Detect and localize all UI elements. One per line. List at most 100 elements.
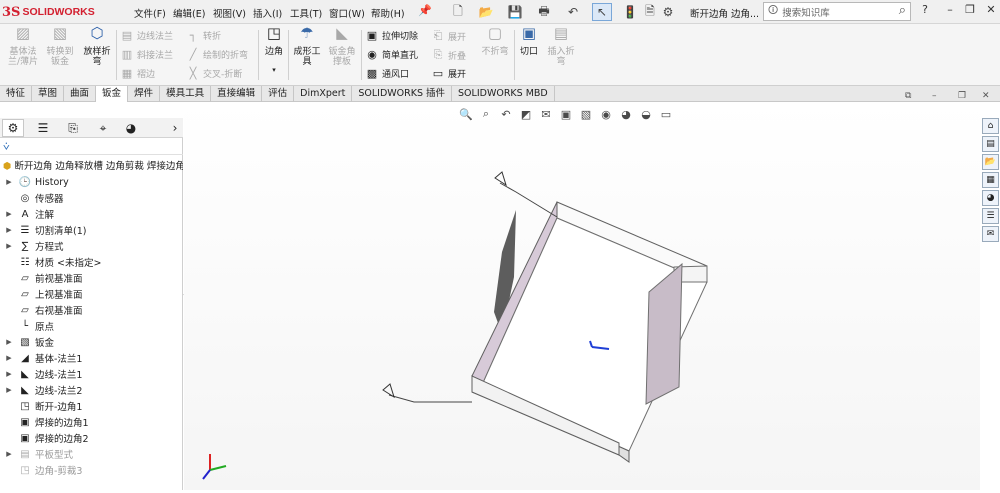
tree-item-origin[interactable]: └ 原点 [0,318,183,334]
view-palette-icon[interactable]: ▦ [982,172,999,188]
appearances-icon[interactable]: ◕ [982,190,999,206]
tab-sheet-metal[interactable]: 钣金 [96,86,129,102]
close-icon[interactable]: ✕ [984,3,998,16]
search-knowledge-base-input[interactable]: 🛈 搜索知识库 ⌕ [763,2,911,21]
tab-weldments[interactable]: 焊件 [128,86,161,102]
vent-button[interactable]: ▩ 通风口 [365,67,409,80]
tree-item-right-plane[interactable]: ▱ 右视基准面 [0,302,183,318]
unfold-button[interactable]: ⎗ 展开 [431,29,466,43]
edge-flange-button[interactable]: ▤ 边线法兰 [120,29,173,42]
menu-tools[interactable]: 工具(T) [290,6,322,20]
file-explorer-icon[interactable]: 📂 [982,154,999,170]
tree-filter[interactable] [0,139,183,155]
open-folder-icon[interactable]: 📂 [476,3,496,21]
search-icon[interactable]: ⌕ [899,3,906,18]
help-question-icon[interactable]: ? [918,3,932,16]
menu-view[interactable]: 视图(V) [213,6,246,20]
tree-item-break-corner1[interactable]: ◳ 断开-边角1 [0,398,183,414]
tab-dimxpert[interactable]: DimXpert [294,86,353,102]
tree-item-equations[interactable]: ▶ ∑ 方程式 [0,238,183,254]
jog-button[interactable]: ┐ 转折 [186,29,221,42]
graphics-window-toggle-icon[interactable]: ⧉ [905,91,911,101]
expand-icon[interactable]: ▶ [0,386,18,394]
convert-to-sheet-button[interactable]: ▧ 转换到钣金 [44,26,76,68]
tree-item-sheet-metal[interactable]: ▶ ▧ 钣金 [0,334,183,350]
display-manager-tab-icon[interactable]: ◕ [120,119,142,137]
expand-icon[interactable]: ▶ [0,210,18,218]
zoom-to-fit-icon[interactable]: 🔍 [459,107,473,121]
display-style-icon[interactable]: ▧ [579,107,593,121]
tab-surfaces[interactable]: 曲面 [64,86,97,102]
expand-icon[interactable]: ▶ [0,226,18,234]
flatten-button[interactable]: ▭ 展开 [431,67,466,80]
tab-sketch[interactable]: 草图 [32,86,65,102]
configuration-manager-tab-icon[interactable]: ⎘ [62,119,84,137]
menu-file[interactable]: 文件(F) [134,6,166,20]
base-flange-button[interactable]: ▨ 基体法兰/薄片 [6,26,40,68]
expand-icon[interactable]: ▶ [0,178,18,186]
tree-item-edge-flange2[interactable]: ▶ ◣ 边线-法兰2 [0,382,183,398]
insert-bends-button[interactable]: ▤ 插入折弯 [545,26,577,68]
tab-evaluate[interactable]: 评估 [262,86,295,102]
tree-item-sensors[interactable]: ◎ 传感器 [0,190,183,206]
select-pointer-icon[interactable]: ↖ [592,3,612,21]
undo-icon[interactable]: ↶ [563,3,583,21]
new-document-icon[interactable]: 🗋 [448,3,468,21]
tree-item-corner-trim3[interactable]: ◳ 边角-剪裁3 [0,462,183,478]
graphics-minimize-icon[interactable]: – [932,91,937,101]
tree-item-annotations[interactable]: ▶ A 注解 [0,206,183,222]
miter-flange-button[interactable]: ▥ 斜接法兰 [120,48,173,61]
corners-dropdown-icon[interactable]: ▾ [262,65,286,75]
filter-icon[interactable]: ⩒ [3,140,10,154]
save-icon[interactable]: 💾 [505,3,525,21]
extruded-cut-button[interactable]: ▣ 拉伸切除 [365,29,418,42]
simple-hole-button[interactable]: ◉ 简单直孔 [365,48,418,61]
dimxpert-manager-tab-icon[interactable]: ⌖ [92,119,114,137]
feature-manager-tab-icon[interactable]: ⚙ [2,119,24,137]
tree-item-base-flange1[interactable]: ▶ ◢ 基体-法兰1 [0,350,183,366]
panel-more-icon[interactable]: › [164,119,186,137]
tree-item-cut-list[interactable]: ▶ ☰ 切割清单(1) [0,222,183,238]
view-orientation-icon[interactable]: ▣ [559,107,573,121]
tree-item-history[interactable]: ▶ 🕒 History [0,174,183,190]
dynamic-annotation-icon[interactable]: ✉ [539,107,553,121]
sketched-bend-button[interactable]: ╱ 绘制的折弯 [186,48,248,61]
pin-icon[interactable]: 📌 [418,4,432,17]
menu-insert[interactable]: 插入(I) [253,6,282,20]
zoom-to-area-icon[interactable]: ⌕ [479,107,493,121]
menu-edit[interactable]: 编辑(E) [173,6,205,20]
tree-item-front-plane[interactable]: ▱ 前视基准面 [0,270,183,286]
graphics-restore-icon[interactable]: ❐ [958,91,966,101]
traffic-light-icon[interactable]: 🚦 [620,3,640,21]
tab-addins[interactable]: SOLIDWORKS 插件 [352,86,453,102]
forming-tool-button[interactable]: ☂ 成形工具 [291,26,323,68]
tree-item-top-plane[interactable]: ▱ 上视基准面 [0,286,183,302]
graphics-area[interactable] [184,102,980,490]
tree-item-material[interactable]: ☷ 材质 <未指定> [0,254,183,270]
expand-icon[interactable]: ▶ [0,450,18,458]
file-properties-icon[interactable]: 🗎 [640,3,660,21]
no-bends-button[interactable]: ▢ 不折弯 [478,26,512,58]
search-scope-icon[interactable]: 🛈 [768,3,778,20]
restore-icon[interactable]: ❐ [963,3,977,16]
gusset-button[interactable]: ◣ 钣金角撑板 [326,26,358,68]
view-settings-icon[interactable]: ▭ [659,107,673,121]
property-manager-tab-icon[interactable]: ☰ [32,119,54,137]
tree-item-flat-pattern[interactable]: ▶ ▤ 平板型式 [0,446,183,462]
design-library-icon[interactable]: ▤ [982,136,999,152]
forum-icon[interactable]: ✉ [982,226,999,242]
menu-help[interactable]: 帮助(H) [371,6,405,20]
options-gear-icon[interactable]: ⚙ [658,3,678,21]
tree-item-welded-corner2[interactable]: ▣ 焊接的边角2 [0,430,183,446]
section-view-icon[interactable]: ◩ [519,107,533,121]
expand-icon[interactable]: ▶ [0,370,18,378]
previous-view-icon[interactable]: ↶ [499,107,513,121]
home-icon[interactable]: ⌂ [982,118,999,134]
graphics-close-icon[interactable]: ✕ [982,91,990,101]
tree-item-edge-flange1[interactable]: ▶ ◣ 边线-法兰1 [0,366,183,382]
expand-icon[interactable]: ▶ [0,354,18,362]
lofted-bend-button[interactable]: ⬡ 放样折弯 [80,26,114,68]
minimize-icon[interactable]: – [943,3,957,16]
tree-root[interactable]: ⬢ 断开边角 边角释放槽 边角剪裁 焊接边角 ( [3,158,183,172]
fold-button[interactable]: ⎘ 折叠 [431,48,466,62]
